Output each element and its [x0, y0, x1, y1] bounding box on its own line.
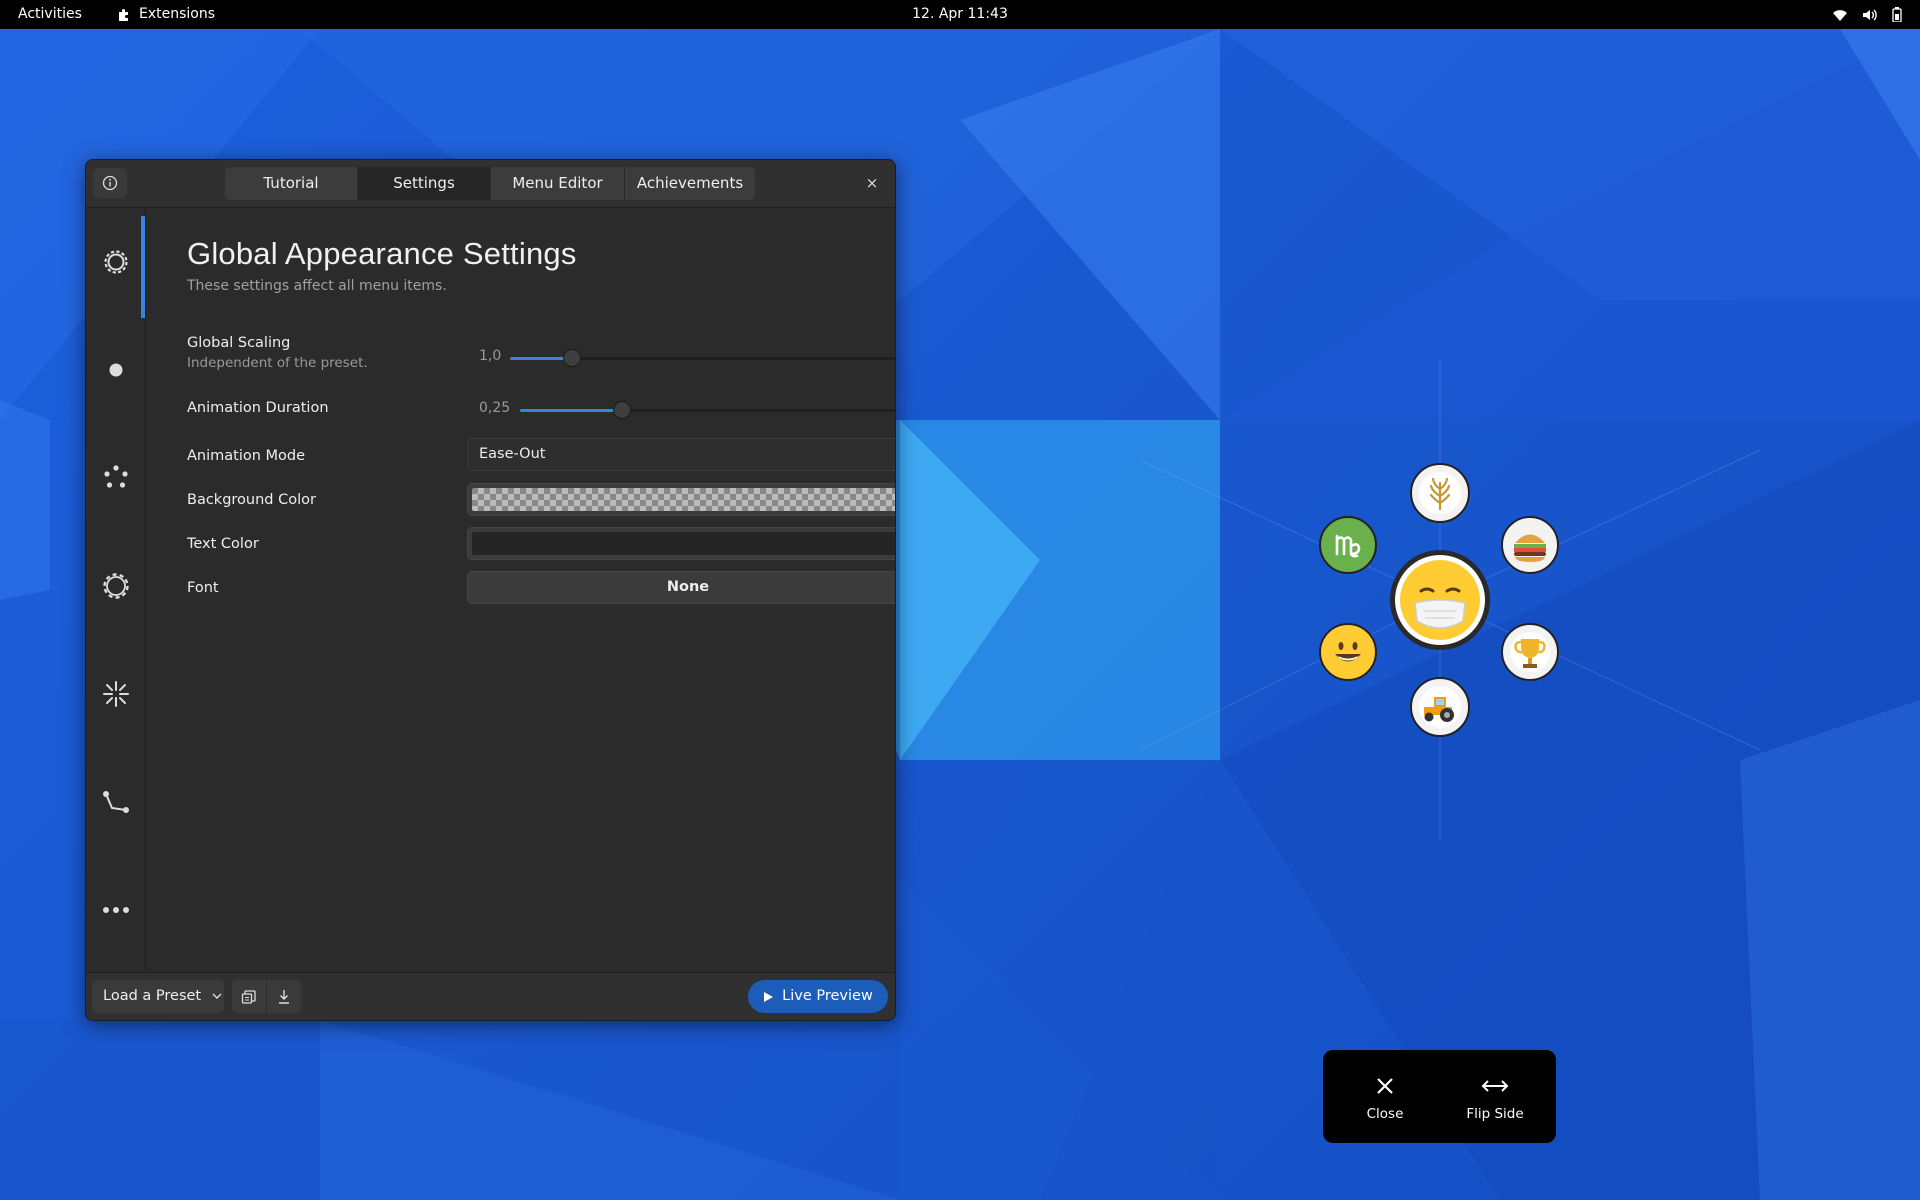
info-icon	[102, 175, 118, 191]
download-icon	[279, 989, 289, 1004]
pie-item-tractor[interactable]	[1410, 677, 1470, 737]
transparent-swatch	[472, 488, 895, 511]
smiley-icon	[1326, 630, 1370, 674]
tab-settings[interactable]: Settings	[358, 167, 491, 200]
settings-content: Global Appearance Settings These setting…	[146, 208, 895, 971]
copy-preset-button[interactable]	[232, 980, 267, 1013]
sidebar-item-more[interactable]	[86, 856, 145, 964]
text-color-button[interactable]	[467, 527, 895, 560]
background-color-label: Background Color	[187, 492, 316, 508]
close-icon	[1377, 1078, 1393, 1094]
tab-menu-editor[interactable]: Menu Editor	[491, 167, 625, 200]
play-icon	[764, 991, 774, 1002]
puzzle-icon	[119, 8, 128, 21]
gear-icon	[103, 250, 128, 274]
animation-mode-value: Ease-Out	[479, 446, 546, 462]
text-color-label: Text Color	[187, 536, 259, 552]
load-preset-label: Load a Preset	[103, 988, 202, 1004]
volume-icon	[1863, 9, 1877, 20]
top-bar: Activities Extensions 12. Apr 11:43	[0, 0, 1920, 29]
trophy-icon	[1510, 632, 1550, 672]
pie-menu-center[interactable]	[1390, 550, 1490, 650]
flip-arrows-icon	[1481, 1080, 1509, 1092]
animation-mode-dropdown[interactable]: Ease-Out	[467, 438, 895, 471]
live-preview-label: Live Preview	[782, 988, 873, 1004]
animation-duration-label: Animation Duration	[187, 400, 329, 416]
pie-item-trophy[interactable]	[1501, 623, 1559, 681]
global-scaling-sublabel: Independent of the preset.	[187, 355, 368, 371]
font-family-value: None	[666, 579, 710, 595]
osd-flip-side-button[interactable]: Flip Side	[1450, 1074, 1540, 1122]
page-subtitle: These settings affect all menu items.	[187, 278, 447, 294]
extensions-button[interactable]: Extensions	[117, 0, 215, 29]
background-color-button[interactable]	[467, 483, 895, 516]
sidebar-item-appearance[interactable]	[86, 208, 145, 318]
global-scaling-slider-knob[interactable]	[563, 349, 581, 367]
sparkle-icon	[102, 681, 129, 707]
chevron-down-icon	[212, 993, 222, 999]
osd-flip-label: Flip Side	[1466, 1106, 1524, 1122]
dots-circle-icon	[103, 465, 128, 488]
sidebar-item-children[interactable]	[86, 424, 145, 532]
font-label: Font	[187, 580, 219, 596]
system-tray[interactable]	[1832, 0, 1902, 29]
load-preset-button[interactable]: Load a Preset	[92, 980, 224, 1013]
close-window-button[interactable]: ×	[861, 172, 883, 194]
tab-tutorial[interactable]: Tutorial	[225, 167, 358, 200]
sidebar-item-animations[interactable]	[86, 640, 145, 748]
hamburger-icon	[1514, 534, 1546, 562]
gear-outline-icon	[102, 573, 129, 599]
clock-container: 12. Apr 11:43	[0, 0, 1920, 29]
sidebar-item-connections[interactable]	[86, 748, 145, 856]
wifi-icon	[1833, 9, 1847, 21]
pie-item-smiley[interactable]	[1319, 623, 1377, 681]
font-button[interactable]: None 11	[467, 571, 895, 604]
info-button[interactable]	[93, 168, 127, 198]
pie-item-grain[interactable]	[1410, 463, 1470, 523]
copy-icon	[241, 989, 256, 1004]
animation-duration-slider-knob[interactable]	[613, 401, 631, 419]
activities-button[interactable]: Activities	[18, 0, 82, 29]
preset-actions	[232, 980, 301, 1013]
text-color-swatch	[472, 532, 895, 555]
face-with-mask-icon	[1395, 555, 1485, 645]
tab-bar: Tutorial Settings Menu Editor Achievemen…	[225, 167, 755, 200]
extensions-label: Extensions	[139, 6, 216, 22]
osd-close-button[interactable]: Close	[1340, 1074, 1430, 1122]
more-icon	[102, 907, 129, 913]
osd-close-label: Close	[1366, 1106, 1404, 1122]
dot-icon	[109, 363, 122, 377]
global-scaling-label: Global Scaling	[187, 335, 291, 351]
virgo-icon	[1329, 526, 1367, 564]
animation-duration-slider-fill	[520, 409, 622, 412]
animation-mode-label: Animation Mode	[187, 448, 306, 464]
settings-sidebar	[86, 208, 146, 971]
pie-item-virgo[interactable]	[1319, 516, 1377, 574]
header-bar: Tutorial Settings Menu Editor Achievemen…	[86, 160, 895, 208]
global-scaling-value: 1,0	[479, 348, 502, 364]
grain-icon	[1419, 472, 1461, 514]
animation-duration-value: 0,25	[479, 400, 511, 416]
connection-icon	[102, 791, 129, 813]
pie-item-hamburger[interactable]	[1501, 516, 1559, 574]
clock[interactable]: 12. Apr 11:43	[912, 6, 1008, 22]
live-preview-button[interactable]: Live Preview	[748, 980, 888, 1013]
osd-panel: Close Flip Side	[1323, 1050, 1556, 1143]
tractor-icon	[1419, 686, 1461, 728]
sidebar-item-grandchildren[interactable]	[86, 532, 145, 640]
battery-icon	[1892, 7, 1902, 22]
download-preset-button[interactable]	[267, 980, 301, 1013]
tab-achievements[interactable]: Achievements	[625, 167, 755, 200]
settings-window: Tutorial Settings Menu Editor Achievemen…	[85, 159, 896, 1021]
page-title: Global Appearance Settings	[187, 236, 577, 271]
sidebar-item-center[interactable]	[86, 316, 145, 424]
bottom-bar: Load a Preset Live Preview	[86, 972, 895, 1020]
